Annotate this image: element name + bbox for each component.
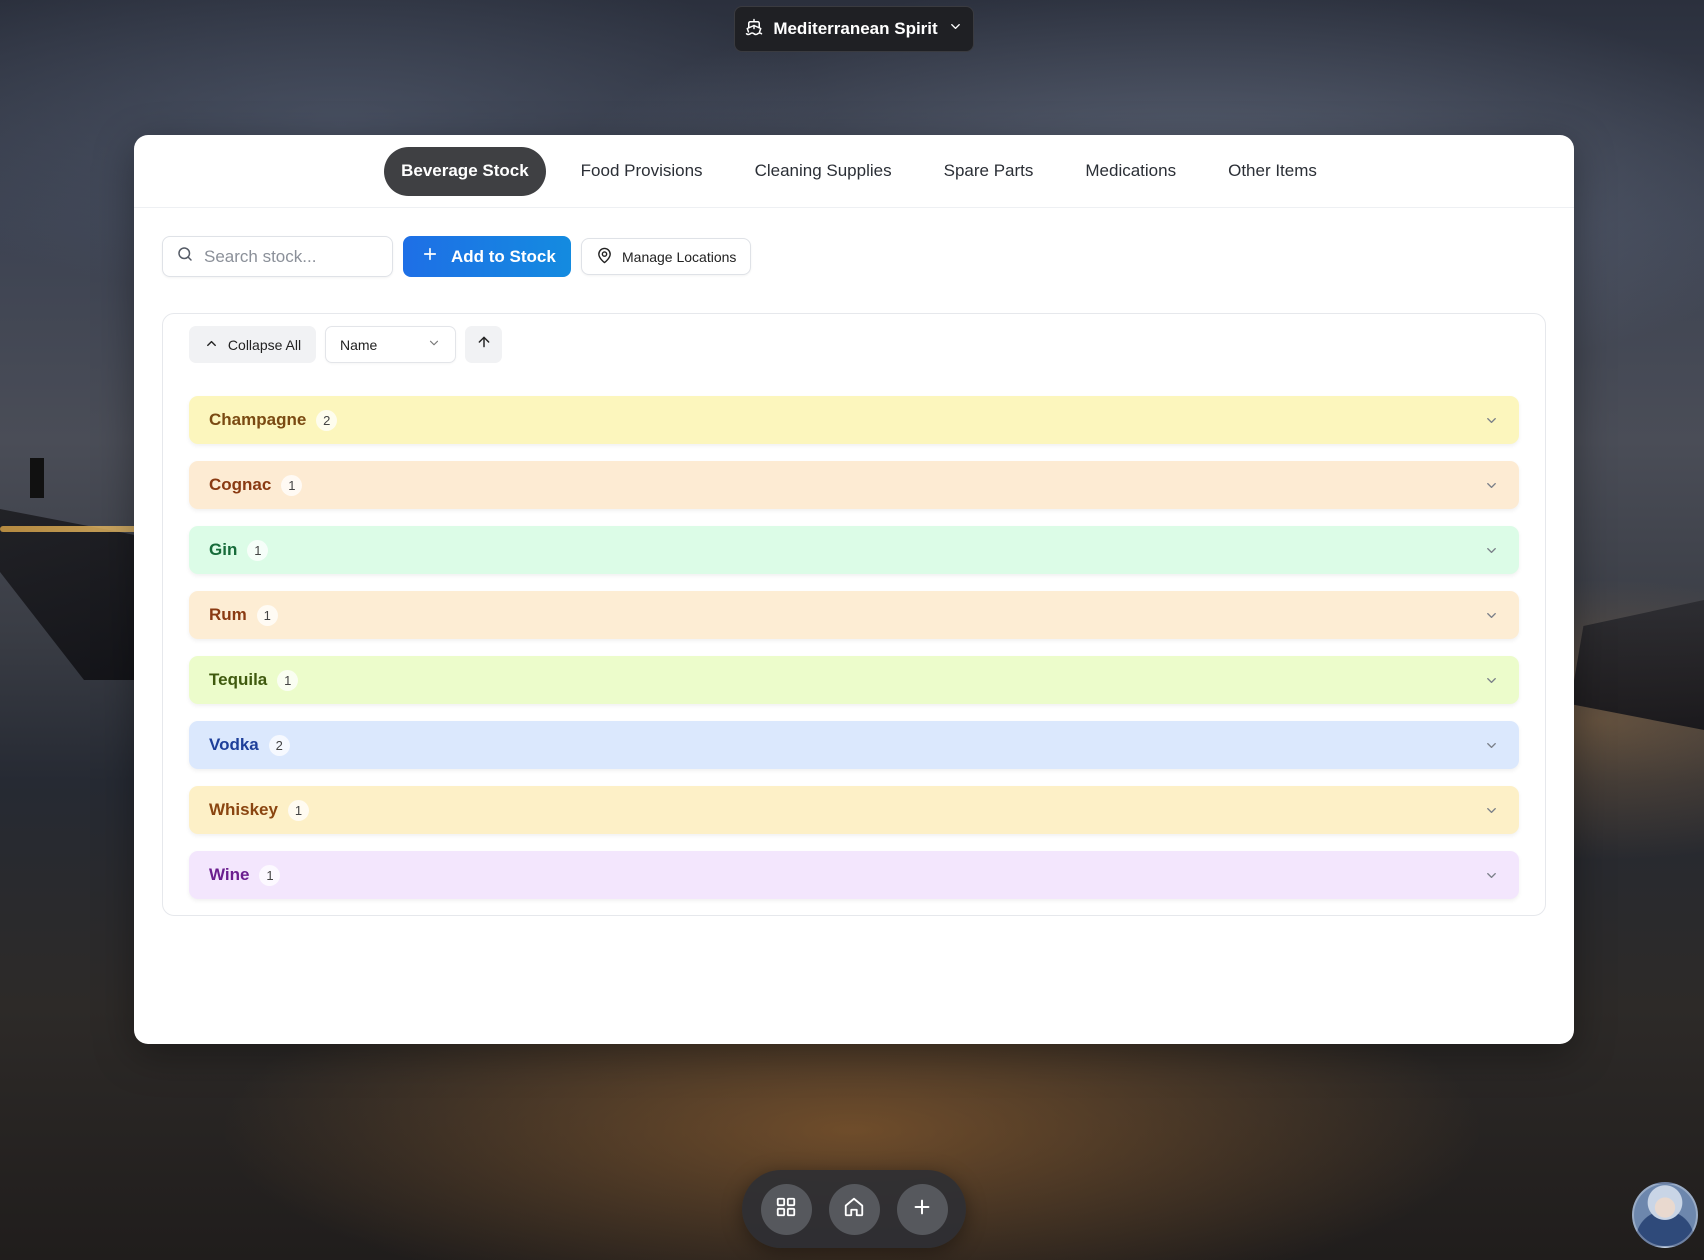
grid-icon: [775, 1196, 797, 1223]
chevron-up-icon: [204, 336, 219, 354]
category-count-badge: 1: [281, 474, 303, 496]
tab-spare-parts[interactable]: Spare Parts: [927, 147, 1051, 196]
category-row-vodka[interactable]: Vodka 2: [189, 721, 1519, 769]
category-list: Champagne 2 Cognac 1 Gin 1 Rum 1 Tequila 1 Vodka 2 W…: [189, 396, 1519, 899]
category-name: Rum: [209, 605, 247, 624]
category-name: Cognac: [209, 475, 272, 494]
home-icon: [843, 1196, 865, 1223]
background-flag: [30, 458, 44, 498]
category-row-gin[interactable]: Gin 1: [189, 526, 1519, 574]
assistant-avatar[interactable]: [1632, 1182, 1698, 1248]
category-name: Vodka: [209, 735, 259, 754]
dock-home-button[interactable]: [828, 1183, 880, 1235]
category-count-badge: 2: [316, 409, 338, 431]
tab-beverage-stock[interactable]: Beverage Stock: [384, 146, 546, 196]
category-name: Champagne: [209, 410, 307, 429]
chevron-down-icon: [1487, 417, 1496, 423]
category-count-badge: 1: [259, 864, 281, 886]
category-row-rum[interactable]: Rum 1: [189, 591, 1519, 639]
tab-medications[interactable]: Medications: [1068, 147, 1193, 196]
arrow-up-icon: [476, 334, 492, 355]
toolbar: Add to Stock Manage Locations: [162, 236, 752, 277]
tab-other-items[interactable]: Other Items: [1211, 147, 1334, 196]
chevron-down-icon: [1487, 547, 1496, 553]
search-input[interactable]: [204, 246, 384, 267]
category-name: Whiskey: [209, 800, 278, 819]
ship-icon: [745, 18, 763, 41]
search-box: [162, 236, 393, 277]
category-list-container: Collapse All Name Champagne 2 Cognac 1 Gin 1 R…: [162, 313, 1546, 916]
tab-food-provisions[interactable]: Food Provisions: [564, 147, 720, 196]
chevron-down-icon: [427, 336, 441, 353]
category-name: Gin: [209, 540, 238, 559]
plus-icon: [421, 245, 439, 268]
collapse-all-button[interactable]: Collapse All: [189, 326, 316, 363]
category-row-wine[interactable]: Wine 1: [189, 851, 1519, 899]
dock-add-button[interactable]: [896, 1183, 948, 1235]
chevron-down-icon: [1487, 482, 1496, 488]
sort-direction-button[interactable]: [465, 326, 502, 363]
category-count-badge: 1: [277, 669, 299, 691]
search-icon: [176, 245, 194, 268]
category-count-badge: 2: [268, 734, 290, 756]
collapse-all-label: Collapse All: [227, 336, 302, 353]
manage-locations-label: Manage Locations: [622, 248, 737, 265]
category-row-cognac[interactable]: Cognac 1: [189, 461, 1519, 509]
ship-selector[interactable]: Mediterranean Spirit: [734, 6, 974, 52]
chevron-down-icon: [1487, 872, 1496, 878]
category-count-badge: 1: [287, 799, 309, 821]
tab-bar: Beverage Stock Food Provisions Cleaning …: [134, 135, 1574, 208]
sort-field-select[interactable]: Name: [325, 326, 456, 363]
category-row-whiskey[interactable]: Whiskey 1: [189, 786, 1519, 834]
sort-field-value: Name: [340, 336, 378, 353]
category-row-tequila[interactable]: Tequila 1: [189, 656, 1519, 704]
plus-icon: [911, 1196, 933, 1223]
add-to-stock-button[interactable]: Add to Stock: [403, 236, 571, 277]
chevron-down-icon: [1487, 677, 1496, 683]
manage-locations-button[interactable]: Manage Locations: [581, 238, 752, 275]
background-yacht: [1570, 600, 1704, 730]
stock-panel: Beverage Stock Food Provisions Cleaning …: [134, 135, 1574, 1044]
chevron-down-icon: [1487, 742, 1496, 748]
chevron-down-icon: [1487, 807, 1496, 813]
category-count-badge: 1: [247, 539, 269, 561]
category-name: Wine: [209, 865, 250, 884]
add-to-stock-label: Add to Stock: [451, 246, 556, 266]
background-boat-light: [0, 526, 140, 532]
dock-grid-button[interactable]: [760, 1183, 812, 1235]
ship-name: Mediterranean Spirit: [773, 19, 938, 38]
category-count-badge: 1: [256, 604, 278, 626]
list-controls: Collapse All Name: [189, 326, 502, 363]
category-row-champagne[interactable]: Champagne 2: [189, 396, 1519, 444]
chevron-down-icon: [1487, 612, 1496, 618]
category-name: Tequila: [209, 670, 268, 689]
chevron-down-icon: [948, 19, 963, 39]
bottom-dock: [742, 1170, 966, 1248]
map-pin-icon: [596, 247, 613, 267]
tab-cleaning-supplies[interactable]: Cleaning Supplies: [738, 147, 909, 196]
